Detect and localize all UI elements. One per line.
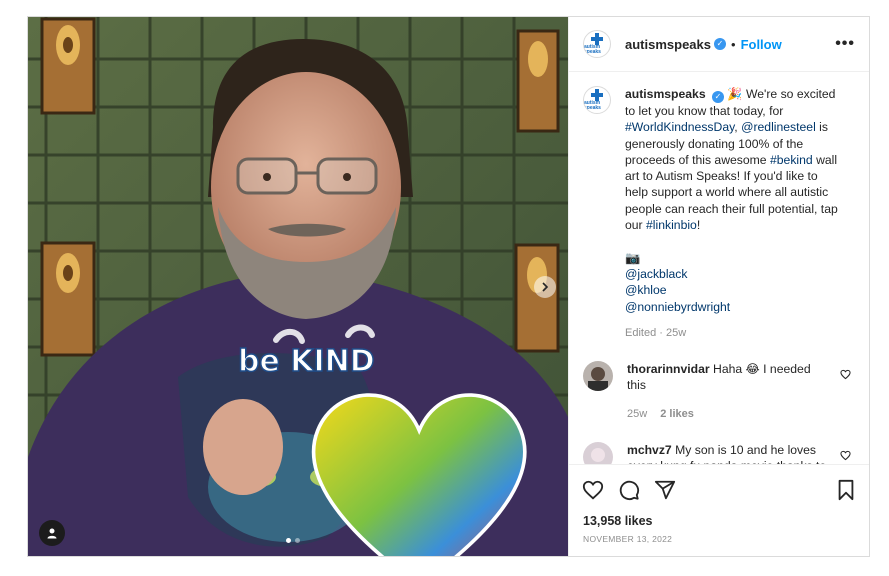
comment-username[interactable]: mchvz7	[627, 443, 672, 457]
heart-icon[interactable]	[840, 450, 851, 461]
post-header: autism speaks autismspeaks ✓ • Follow ••…	[569, 17, 869, 72]
like-heart-icon[interactable]	[582, 479, 604, 501]
tagged-users-button[interactable]	[39, 520, 65, 546]
carousel-indicator	[286, 538, 300, 543]
avatar[interactable]: autism speaks	[583, 86, 611, 114]
caption-text: autismspeaks ✓ 🎉 We're so excited to let…	[625, 86, 841, 341]
header-separator: •	[731, 36, 736, 52]
comment-likes[interactable]: 2 likes	[660, 408, 694, 420]
comment-username[interactable]: thorarinnvidar	[627, 362, 710, 376]
user-icon	[47, 528, 57, 539]
more-options-button[interactable]: •••	[835, 35, 855, 53]
post-date[interactable]: NOVEMBER 13, 2022	[569, 528, 869, 556]
likes-count[interactable]: 13,958 likes	[569, 514, 869, 528]
caption-username[interactable]: autismspeaks	[625, 87, 706, 101]
post-actions-bar	[569, 464, 869, 514]
caption-text-part: !	[696, 218, 701, 233]
party-emoji: 🎉	[727, 87, 743, 101]
comment-item: mchvz7 My son is 10 and he loves every k…	[583, 442, 855, 464]
comment-item: thorarinnvidar Haha 😂 I needed this 25w …	[583, 361, 855, 422]
mention-link[interactable]: @khloe	[625, 283, 667, 297]
next-image-button[interactable]	[534, 276, 556, 298]
comment-age: 25w	[627, 407, 648, 420]
chevron-right-icon	[542, 282, 549, 292]
avatar[interactable]	[583, 361, 613, 392]
avatar[interactable]: autism speaks	[583, 30, 611, 58]
commenter-avatar-icon	[583, 442, 613, 464]
comment-body: thorarinnvidar Haha 😂 I needed this 25w …	[627, 361, 827, 422]
header-username[interactable]: autismspeaks	[625, 37, 711, 52]
camera-emoji: 📷	[625, 250, 641, 265]
verified-badge-icon: ✓	[712, 91, 725, 103]
comment-bubble-icon[interactable]	[618, 479, 640, 501]
avatar[interactable]	[583, 442, 613, 464]
caption: autism speaks autismspeaks ✓ 🎉 We're so …	[583, 86, 855, 341]
mention-link[interactable]: @nonniebyrdwright	[625, 300, 730, 314]
post-media[interactable]: be KIND	[28, 17, 568, 556]
caption-edited-meta: Edited · 25w	[625, 326, 687, 339]
comment-body: mchvz7 My son is 10 and he loves every k…	[627, 442, 827, 464]
bekind-sign-text: be KIND	[238, 344, 375, 379]
commenter-avatar-icon	[583, 361, 613, 392]
save-bookmark-icon[interactable]	[836, 479, 856, 501]
follow-button[interactable]: Follow	[741, 37, 782, 52]
share-paper-plane-icon[interactable]	[654, 479, 676, 501]
mention-link[interactable]: @redlinesteel	[741, 120, 816, 134]
comment-meta: 25w 2 likes	[627, 406, 827, 422]
heart-icon[interactable]	[840, 369, 851, 380]
post-photo: be KIND	[28, 17, 568, 556]
carousel-dot	[286, 538, 291, 543]
instagram-post: be KIND autism speaks autismspeaks ✓ • F…	[27, 16, 870, 557]
avatar-logo-text: autism speaks	[584, 44, 601, 55]
hashtag-link[interactable]: #linkinbio	[646, 218, 697, 232]
avatar-logo-text: autism speaks	[584, 100, 601, 111]
verified-badge-icon: ✓	[714, 38, 726, 50]
carousel-dot	[295, 538, 300, 543]
hashtag-link[interactable]: #WorldKindnessDay	[625, 120, 734, 134]
hashtag-link[interactable]: #bekind	[770, 153, 813, 167]
mention-link[interactable]: @jackblack	[625, 267, 688, 281]
post-sidebar: autism speaks autismspeaks ✓ • Follow ••…	[568, 17, 869, 556]
comments-scroll-area[interactable]: autism speaks autismspeaks ✓ 🎉 We're so …	[569, 72, 869, 464]
